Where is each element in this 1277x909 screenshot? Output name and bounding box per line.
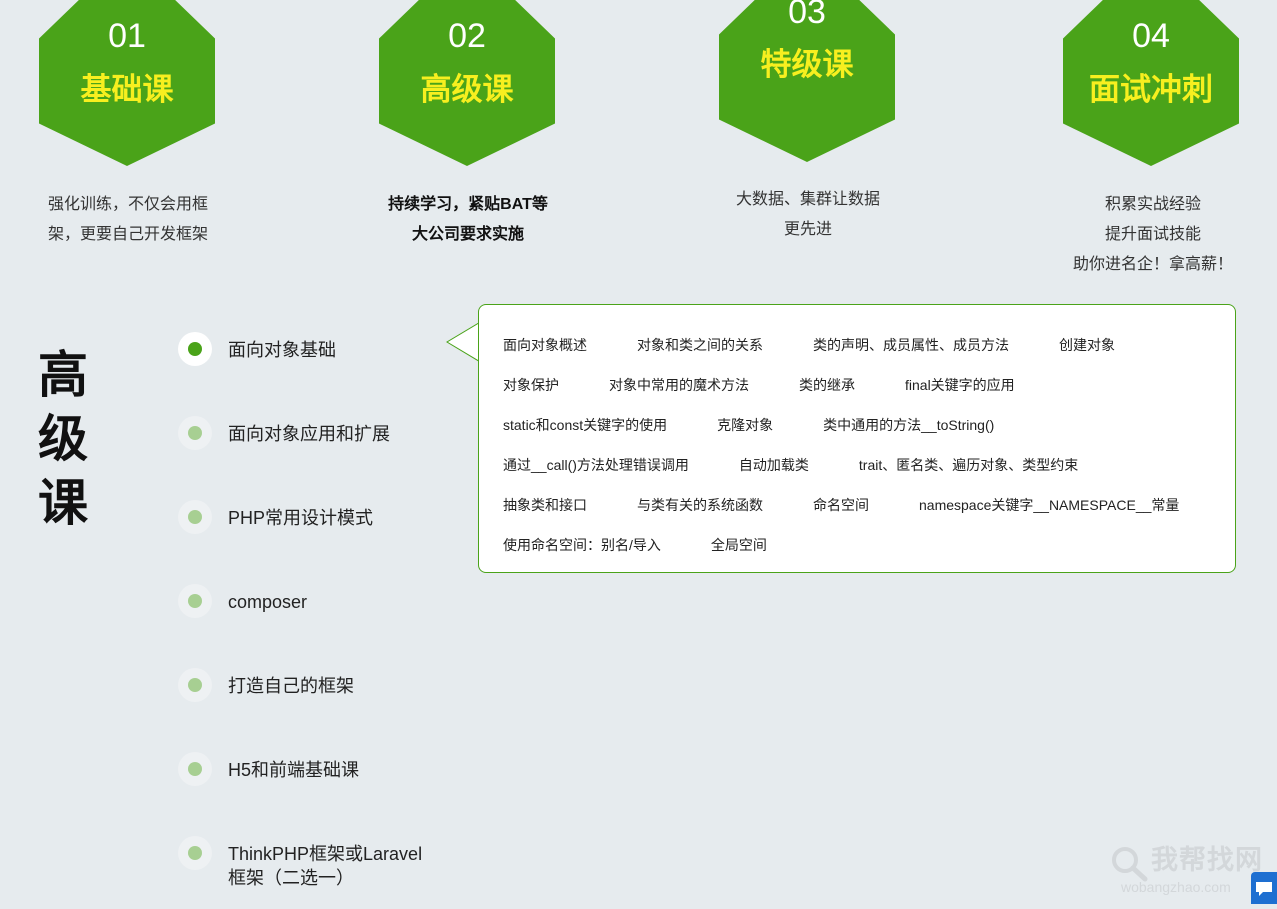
- dot-ring: [178, 752, 212, 786]
- detail-item: 对象保护: [503, 377, 559, 393]
- inactive-dot-icon: [188, 846, 202, 860]
- detail-item: 全局空间: [710, 537, 767, 553]
- detail-item: namespace关键字__NAMESPACE__常量: [919, 497, 1180, 513]
- section-title-char: 课: [38, 475, 88, 531]
- inactive-dot-icon: [188, 678, 202, 692]
- detail-row: 面向对象概述 对象和类之间的关系 类的声明、成员属性、成员方法 创建对象: [503, 335, 1165, 355]
- watermark-main-text: 我帮找网: [1151, 845, 1263, 875]
- chat-icon: [1256, 882, 1272, 896]
- topic-label: 面向对象应用和扩展: [228, 424, 390, 444]
- chat-button[interactable]: [1251, 872, 1277, 904]
- course-number: 02: [448, 17, 486, 55]
- course-title: 基础课: [80, 72, 174, 107]
- course-desc-1: 强化训练，不仅会用框 架，更要自己开发框架: [18, 190, 238, 250]
- detail-item: 类中通用的方法__toString(): [823, 417, 995, 433]
- detail-item: 抽象类和接口: [503, 497, 587, 513]
- inactive-dot-icon: [188, 510, 202, 524]
- dot-ring: [178, 500, 212, 534]
- course-desc-line: 架，更要自己开发框架: [47, 226, 208, 243]
- inactive-dot-icon: [188, 594, 202, 608]
- detail-item: final关键字的应用: [905, 377, 1015, 393]
- detail-item: 类的继承: [799, 377, 855, 393]
- course-desc-line: 大数据、集群让数据: [735, 191, 880, 208]
- topic-item-h5-frontend[interactable]: H5和前端基础课: [178, 752, 478, 792]
- course-desc-4: 积累实战经验 提升面试技能 助你进名企！拿高薪！: [1043, 190, 1263, 280]
- course-desc-line: 更先进: [783, 221, 832, 238]
- detail-row: 对象保护 对象中常用的魔术方法 类的继承 final关键字的应用: [503, 375, 1065, 395]
- topic-item-oop-basics[interactable]: 面向对象基础: [178, 332, 478, 372]
- course-desc-2: 持续学习，紧贴BAT等 大公司要求实施: [358, 190, 578, 250]
- detail-item: 对象中常用的魔术方法: [609, 377, 749, 393]
- detail-item: 命名空间: [813, 497, 869, 513]
- course-number: 01: [108, 17, 146, 55]
- section-title-char: 级: [38, 411, 88, 467]
- topic-item-thinkphp-laravel[interactable]: ThinkPHP框架或Laravel 框架（二选一）: [178, 836, 478, 896]
- course-desc-line: 积累实战经验: [1104, 196, 1201, 213]
- dot-ring: [178, 332, 212, 366]
- section-title-char: 高: [38, 347, 88, 403]
- detail-row: 抽象类和接口 与类有关的系统函数 命名空间 namespace关键字__NAMESPA…: [503, 495, 1229, 515]
- detail-item: 使用命名空间：别名/导入: [503, 537, 661, 553]
- watermark: 我帮找网 wobangzhao.com: [1109, 842, 1269, 900]
- detail-item: trait、匿名类、遍历对象、类型约束: [858, 457, 1079, 473]
- magnifier-icon: [1112, 847, 1148, 882]
- course-desc-line: 提升面试技能: [1104, 226, 1201, 243]
- course-desc-3: 大数据、集群让数据 更先进: [698, 185, 918, 245]
- course-desc-line: 持续学习，紧贴BAT等: [388, 196, 548, 213]
- section-title: 高 级 课: [38, 343, 98, 535]
- detail-item: 自动加载类: [738, 457, 809, 473]
- course-number: 04: [1132, 17, 1170, 55]
- course-title: 高级课: [420, 72, 514, 107]
- detail-item: 与类有关的系统函数: [637, 497, 763, 513]
- topic-item-composer[interactable]: composer: [178, 584, 478, 624]
- topic-label: PHP常用设计模式: [228, 508, 374, 528]
- detail-item: 克隆对象: [717, 417, 774, 433]
- watermark-sub-text: wobangzhao.com: [1121, 879, 1231, 895]
- inactive-dot-icon: [188, 762, 202, 776]
- detail-row: 通过__call()方法处理错误调用 自动加载类 trait、匿名类、遍历对象、类型…: [503, 455, 1128, 475]
- topic-label: 打造自己的框架: [228, 676, 354, 696]
- inactive-dot-icon: [188, 426, 202, 440]
- detail-item: 面向对象概述: [503, 337, 587, 353]
- course-number: 03: [788, 0, 826, 31]
- course-title: 面试冲刺: [1089, 72, 1213, 107]
- course-title: 特级课: [760, 47, 854, 82]
- topic-item-php-patterns[interactable]: PHP常用设计模式: [178, 500, 478, 540]
- topic-item-oop-extend[interactable]: 面向对象应用和扩展: [178, 416, 478, 456]
- panel-pointer-icon: [446, 320, 482, 364]
- detail-row: 使用命名空间：别名/导入 全局空间: [503, 535, 817, 555]
- course-desc-line: 大公司要求实施: [411, 226, 524, 243]
- detail-row: static和const关键字的使用 克隆对象 类中通用的方法__toString(…: [503, 415, 1044, 435]
- detail-item: static和const关键字的使用: [503, 417, 668, 433]
- dot-ring: [178, 416, 212, 450]
- topic-label: composer: [228, 592, 308, 612]
- dot-ring: [178, 836, 212, 870]
- topic-label: 面向对象基础: [228, 340, 336, 360]
- topic-item-own-framework[interactable]: 打造自己的框架: [178, 668, 478, 708]
- topic-detail-panel: 面向对象概述 对象和类之间的关系 类的声明、成员属性、成员方法 创建对象 对象保护 对象…: [478, 304, 1236, 573]
- detail-item: 创建对象: [1059, 337, 1115, 353]
- course-desc-line: 助你进名企！拿高薪！: [1072, 256, 1233, 273]
- topic-label: H5和前端基础课: [228, 760, 360, 780]
- detail-item: 类的声明、成员属性、成员方法: [813, 337, 1009, 353]
- detail-item: 通过__call()方法处理错误调用: [503, 457, 689, 473]
- active-dot-icon: [188, 342, 202, 356]
- detail-item: 对象和类之间的关系: [637, 337, 763, 353]
- course-desc-line: 强化训练，不仅会用框: [47, 196, 208, 213]
- topic-label: ThinkPHP框架或Laravel 框架（二选一）: [228, 844, 423, 888]
- dot-ring: [178, 584, 212, 618]
- dot-ring: [178, 668, 212, 702]
